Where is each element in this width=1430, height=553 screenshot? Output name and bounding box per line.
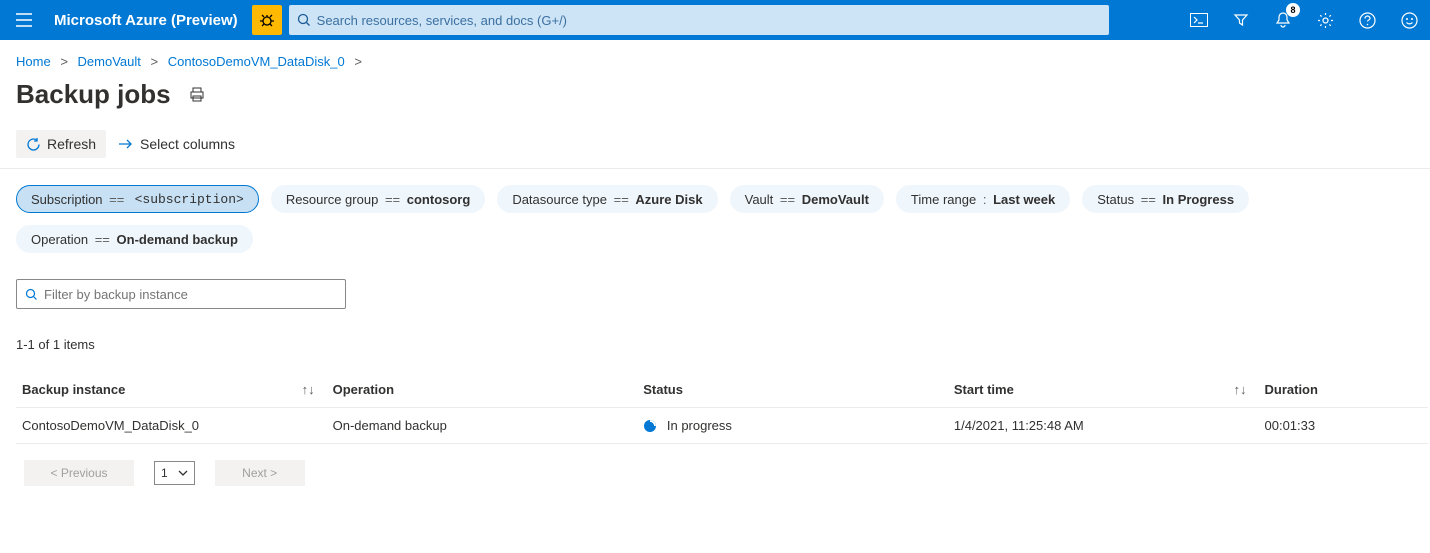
refresh-button[interactable]: Refresh bbox=[16, 130, 106, 158]
select-columns-button[interactable]: Select columns bbox=[108, 130, 245, 158]
filter-status[interactable]: Status == In Progress bbox=[1082, 185, 1249, 213]
help-icon[interactable] bbox=[1346, 0, 1388, 40]
col-start-time[interactable]: Start time ↑↓ bbox=[948, 372, 1259, 408]
items-count: 1-1 of 1 items bbox=[0, 317, 1430, 360]
filter-input[interactable] bbox=[38, 287, 337, 302]
sort-icon: ↑↓ bbox=[302, 382, 315, 397]
next-button[interactable]: Next > bbox=[215, 460, 305, 486]
filter-resource-group[interactable]: Resource group == contosorg bbox=[271, 185, 486, 213]
search-icon bbox=[297, 13, 311, 27]
cloud-shell-icon[interactable] bbox=[1178, 0, 1220, 40]
col-backup-instance[interactable]: Backup instance ↑↓ bbox=[16, 372, 327, 408]
page-title: Backup jobs bbox=[16, 79, 171, 110]
breadcrumb: Home > DemoVault > ContosoDemoVM_DataDis… bbox=[0, 40, 1430, 73]
chevron-down-icon bbox=[178, 470, 188, 476]
cell-start: 1/4/2021, 11:25:48 AM bbox=[948, 408, 1259, 444]
print-icon[interactable] bbox=[189, 87, 205, 103]
search-box[interactable] bbox=[289, 5, 1109, 35]
filter-chips: Subscription == <subscription> Resource … bbox=[0, 169, 1430, 259]
filter-subscription[interactable]: Subscription == <subscription> bbox=[16, 185, 259, 213]
notification-badge: 8 bbox=[1286, 3, 1300, 17]
arrow-right-icon bbox=[118, 139, 134, 149]
jobs-table: Backup instance ↑↓ Operation Status Star… bbox=[16, 372, 1428, 444]
breadcrumb-vault[interactable]: DemoVault bbox=[78, 54, 141, 69]
chevron-right-icon: > bbox=[348, 54, 368, 69]
filter-datasource-type[interactable]: Datasource type == Azure Disk bbox=[497, 185, 717, 213]
top-icons: 8 bbox=[1178, 0, 1430, 40]
brand-title[interactable]: Microsoft Azure (Preview) bbox=[48, 12, 252, 29]
search-input[interactable] bbox=[311, 13, 1101, 28]
title-row: Backup jobs bbox=[0, 73, 1430, 120]
refresh-icon bbox=[26, 137, 41, 152]
bug-icon[interactable] bbox=[252, 5, 282, 35]
search-icon bbox=[25, 288, 38, 301]
cell-status: In progress bbox=[637, 408, 948, 444]
page-select[interactable]: 1 bbox=[154, 461, 195, 485]
cell-instance: ContosoDemoVM_DataDisk_0 bbox=[16, 408, 327, 444]
chevron-right-icon: > bbox=[145, 54, 165, 69]
col-operation[interactable]: Operation bbox=[327, 372, 638, 408]
breadcrumb-disk[interactable]: ContosoDemoVM_DataDisk_0 bbox=[168, 54, 345, 69]
chevron-right-icon: > bbox=[54, 54, 74, 69]
menu-icon[interactable] bbox=[0, 0, 48, 40]
previous-button[interactable]: < Previous bbox=[24, 460, 134, 486]
gear-icon[interactable] bbox=[1304, 0, 1346, 40]
breadcrumb-home[interactable]: Home bbox=[16, 54, 51, 69]
col-status[interactable]: Status bbox=[637, 372, 948, 408]
filter-operation[interactable]: Operation == On-demand backup bbox=[16, 225, 253, 253]
filter-input-wrap[interactable] bbox=[16, 279, 346, 309]
select-columns-label: Select columns bbox=[140, 136, 235, 152]
feedback-icon[interactable] bbox=[1388, 0, 1430, 40]
table-row[interactable]: ContosoDemoVM_DataDisk_0 On-demand backu… bbox=[16, 408, 1428, 444]
top-bar: Microsoft Azure (Preview) 8 bbox=[0, 0, 1430, 40]
cell-operation: On-demand backup bbox=[327, 408, 638, 444]
in-progress-icon bbox=[643, 419, 657, 433]
notifications-icon[interactable]: 8 bbox=[1262, 0, 1304, 40]
cell-duration: 00:01:33 bbox=[1259, 408, 1429, 444]
sort-icon: ↑↓ bbox=[1234, 382, 1247, 397]
filter-time-range[interactable]: Time range : Last week bbox=[896, 185, 1070, 213]
col-duration[interactable]: Duration bbox=[1259, 372, 1429, 408]
filter-icon[interactable] bbox=[1220, 0, 1262, 40]
filter-vault[interactable]: Vault == DemoVault bbox=[730, 185, 884, 213]
pagination: < Previous 1 Next > bbox=[0, 444, 1430, 502]
refresh-label: Refresh bbox=[47, 136, 96, 152]
toolbar: Refresh Select columns bbox=[0, 120, 1430, 169]
